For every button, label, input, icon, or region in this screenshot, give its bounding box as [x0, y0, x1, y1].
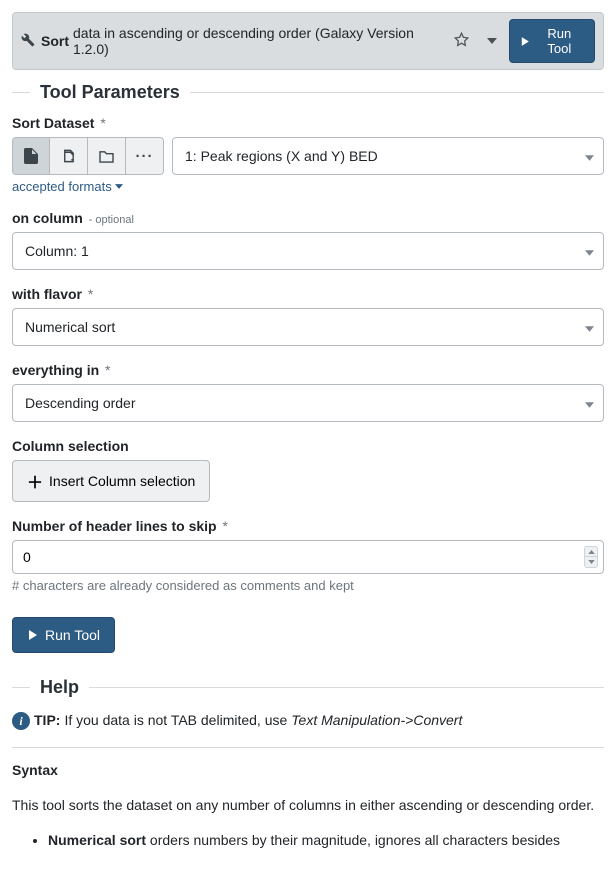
- dropdown-icon[interactable]: [481, 29, 503, 53]
- help-title: Help: [40, 677, 79, 698]
- folder-icon: [99, 150, 114, 163]
- folder-button[interactable]: [88, 137, 126, 175]
- insert-label: Insert Column selection: [49, 473, 195, 489]
- more-options-button[interactable]: ···: [126, 137, 164, 175]
- header-lines-input-wrap: [12, 540, 604, 574]
- required-mark: *: [100, 115, 105, 131]
- help-section-header: Help: [12, 677, 604, 698]
- tip-italic: Text Manipulation->Convert: [291, 710, 462, 731]
- everything-in-select[interactable]: Descending order: [12, 384, 604, 422]
- with-flavor-select[interactable]: Numerical sort: [12, 308, 604, 346]
- run-label: Run Tool: [45, 627, 100, 643]
- list-item: Numerical sort orders numbers by their m…: [48, 830, 604, 851]
- on-column-value: Column: 1: [12, 232, 604, 270]
- accepted-text: accepted formats: [12, 179, 112, 194]
- field-sort-dataset: Sort Dataset * ··· 1: Peak regions (X an…: [12, 115, 604, 194]
- sort-dataset-label: Sort Dataset: [12, 115, 94, 131]
- dataset-row: ··· 1: Peak regions (X and Y) BED: [12, 137, 604, 175]
- tip-label: TIP:: [34, 710, 60, 731]
- help-list: Numerical sort orders numbers by their m…: [12, 830, 604, 851]
- dataset-select[interactable]: 1: Peak regions (X and Y) BED: [172, 137, 604, 175]
- required-mark: *: [105, 362, 110, 378]
- multi-file-button[interactable]: [50, 137, 88, 175]
- field-header-lines: Number of header lines to skip * # chara…: [12, 518, 604, 593]
- spinner-down-icon[interactable]: [585, 557, 597, 567]
- field-column-selection: Column selection ＋ Insert Column selecti…: [12, 438, 604, 502]
- dataset-source-buttons: ···: [12, 137, 164, 175]
- chevron-down-icon: [115, 184, 123, 189]
- everything-in-label: everything in: [12, 362, 99, 378]
- field-everything-in: everything in * Descending order: [12, 362, 604, 422]
- with-flavor-value: Numerical sort: [12, 308, 604, 346]
- field-with-flavor: with flavor * Numerical sort: [12, 286, 604, 346]
- li-text: orders numbers by their magnitude, ignor…: [146, 832, 560, 848]
- favorite-icon[interactable]: [448, 28, 475, 54]
- syntax-heading: Syntax: [12, 760, 604, 781]
- tool-description: data in ascending or descending order (G…: [73, 25, 448, 57]
- single-file-button[interactable]: [12, 137, 50, 175]
- play-icon: [520, 36, 531, 47]
- run-tool-button[interactable]: Run Tool: [12, 617, 115, 653]
- header-lines-input[interactable]: [12, 540, 604, 574]
- field-on-column: on column - optional Column: 1: [12, 210, 604, 270]
- tool-title: Sort: [41, 33, 69, 49]
- syntax-paragraph: This tool sorts the dataset on any numbe…: [12, 795, 604, 816]
- tool-name: Sort: [41, 33, 69, 49]
- divider: [12, 747, 604, 748]
- file-icon: [24, 148, 38, 164]
- on-column-select[interactable]: Column: 1: [12, 232, 604, 270]
- tip-line: i TIP: If you data is not TAB delimited,…: [12, 710, 604, 731]
- tip-text: If you data is not TAB delimited, use: [64, 710, 287, 731]
- spinner-up-icon[interactable]: [585, 547, 597, 557]
- required-mark: *: [88, 286, 93, 302]
- params-title: Tool Parameters: [40, 82, 180, 103]
- files-icon: [61, 148, 76, 164]
- header-lines-hint: # characters are already considered as c…: [12, 578, 604, 593]
- accepted-formats-link[interactable]: accepted formats: [12, 179, 123, 194]
- form-body: Sort Dataset * ··· 1: Peak regions (X an…: [0, 115, 616, 653]
- column-selection-label: Column selection: [12, 438, 604, 454]
- plus-icon: ＋: [27, 469, 43, 493]
- ellipsis-icon: ···: [136, 148, 154, 165]
- run-label: Run Tool: [535, 26, 584, 56]
- help-body: i TIP: If you data is not TAB delimited,…: [0, 710, 616, 869]
- params-section-header: Tool Parameters: [12, 82, 604, 103]
- number-spinner[interactable]: [584, 546, 598, 568]
- header-lines-label: Number of header lines to skip: [12, 518, 217, 534]
- insert-column-selection-button[interactable]: ＋ Insert Column selection: [12, 460, 210, 502]
- li-bold: Numerical sort: [48, 832, 146, 848]
- dataset-select-value: 1: Peak regions (X and Y) BED: [172, 137, 604, 175]
- everything-in-value: Descending order: [12, 384, 604, 422]
- on-column-label: on column: [12, 210, 83, 226]
- wrench-icon: [21, 33, 35, 50]
- header-actions: Run Tool: [448, 19, 595, 63]
- tool-header: Sort data in ascending or descending ord…: [12, 12, 604, 70]
- with-flavor-label: with flavor: [12, 286, 82, 302]
- optional-tag: - optional: [89, 214, 134, 226]
- info-icon: i: [12, 712, 30, 730]
- play-icon: [27, 629, 39, 641]
- run-tool-button-header[interactable]: Run Tool: [509, 19, 595, 63]
- required-mark: *: [223, 518, 228, 534]
